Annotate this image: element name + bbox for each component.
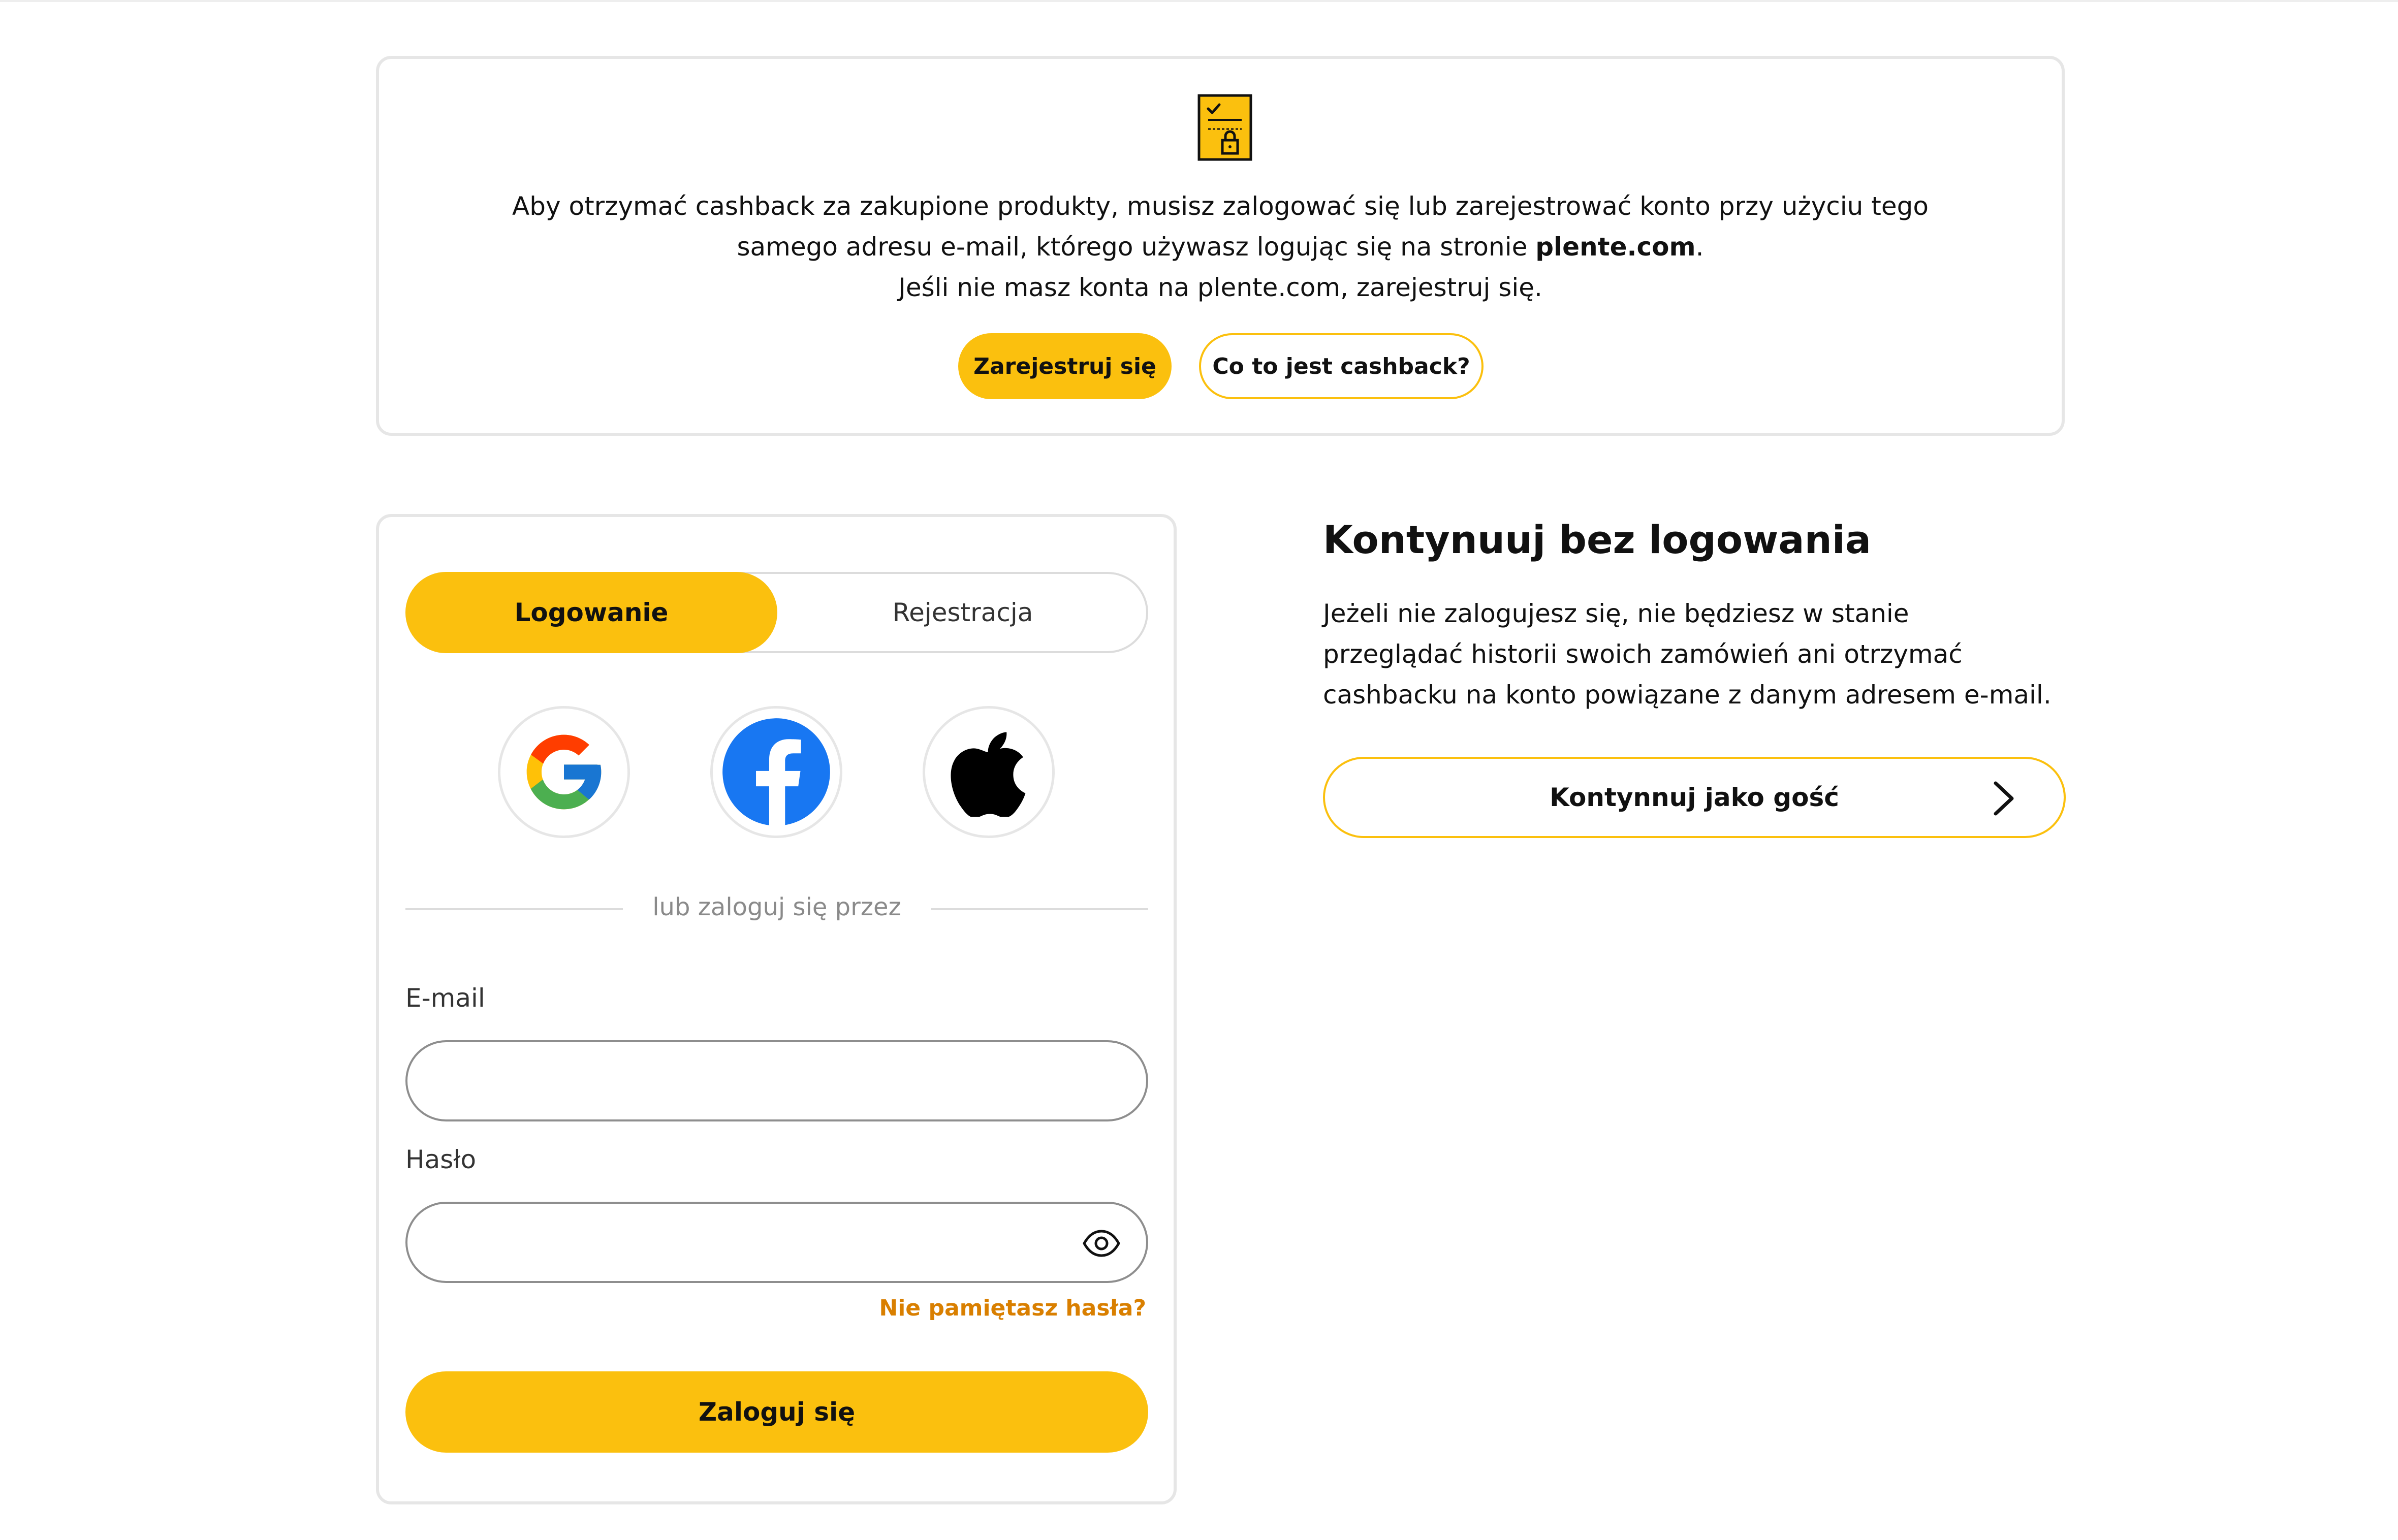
login-submit-button[interactable]: Zaloguj się bbox=[405, 1371, 1148, 1453]
password-input[interactable] bbox=[433, 1219, 1055, 1267]
email-input[interactable] bbox=[433, 1057, 1055, 1105]
tab-register[interactable]: Rejestracja bbox=[777, 572, 1148, 653]
divider-text: lub zaloguj się przez bbox=[652, 893, 901, 921]
show-password-eye-icon[interactable] bbox=[1082, 1229, 1121, 1258]
notice-buttons: Zarejestruj się Co to jest cashback? bbox=[379, 333, 2062, 399]
forgot-password-link[interactable]: Nie pamiętasz hasła? bbox=[879, 1295, 1146, 1321]
apple-icon bbox=[951, 732, 1026, 817]
divider-right bbox=[931, 908, 1148, 910]
tab-login[interactable]: Logowanie bbox=[405, 572, 777, 653]
continue-as-guest-button[interactable]: Kontynnuj jako gość bbox=[1323, 757, 2066, 838]
login-card: Logowanie Rejestracja lub zaloguj się pr… bbox=[376, 514, 1177, 1504]
email-label: E-mail bbox=[405, 983, 485, 1013]
notice-line-1: Aby otrzymać cashback za zakupione produ… bbox=[512, 191, 1929, 221]
password-field-container bbox=[405, 1202, 1148, 1283]
notice-line-3: Jeśli nie masz konta na plente.com, zare… bbox=[898, 273, 1542, 302]
secure-document-icon bbox=[1197, 94, 1252, 161]
top-border bbox=[0, 0, 2398, 2]
divider-left bbox=[405, 908, 623, 910]
cashback-notice-card: Aby otrzymać cashback za zakupione produ… bbox=[376, 56, 2065, 436]
email-field-container bbox=[405, 1040, 1148, 1121]
facebook-login-button[interactable] bbox=[710, 706, 842, 838]
register-button[interactable]: Zarejestruj się bbox=[958, 333, 1172, 399]
apple-login-button[interactable] bbox=[923, 706, 1055, 838]
chevron-right-icon bbox=[1994, 781, 2014, 816]
password-label: Hasło bbox=[405, 1145, 477, 1174]
site-name: plente.com bbox=[1535, 232, 1696, 262]
auth-tabs: Logowanie Rejestracja bbox=[405, 572, 1148, 653]
notice-text: Aby otrzymać cashback za zakupione produ… bbox=[379, 186, 2062, 308]
continue-as-guest-label: Kontynnuj jako gość bbox=[1550, 783, 1839, 812]
google-icon bbox=[526, 734, 602, 810]
notice-line-2: samego adresu e-mail, którego używasz lo… bbox=[737, 232, 1536, 262]
what-is-cashback-button[interactable]: Co to jest cashback? bbox=[1199, 333, 1484, 399]
guest-title: Kontynuuj bez logowania bbox=[1323, 517, 1872, 562]
guest-description: Jeżeli nie zalogujesz się, nie będziesz … bbox=[1323, 599, 2052, 710]
facebook-icon bbox=[722, 718, 830, 827]
notice-line-2-end: . bbox=[1695, 232, 1704, 262]
google-login-button[interactable] bbox=[498, 706, 630, 838]
